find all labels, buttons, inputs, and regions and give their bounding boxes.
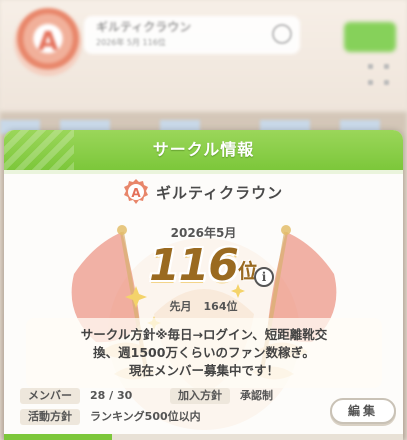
circle-policy-text: サークル方針※毎日→ログイン、短距離靴交 換、週1500万くらいのファン数稼ぎ。… [26, 318, 382, 388]
circle-emblem-icon: A [122, 178, 150, 206]
join-policy-label: 加入方針 [170, 388, 230, 404]
header-edge [4, 170, 403, 174]
background-circle-emblem-icon: A [14, 8, 82, 76]
dialog-header: サークル情報 [4, 130, 403, 170]
progress-fill [4, 434, 112, 440]
activity-policy-label: 活動方針 [20, 409, 80, 425]
edit-button[interactable]: 編集 [330, 398, 396, 424]
activity-policy-value: ランキング500位以内 [90, 410, 201, 423]
previous-month-value: 164位 [203, 300, 238, 313]
circle-name: ギルティクラウン [156, 183, 284, 202]
ranking-number: 116 [149, 240, 239, 291]
ranking-month: 2026年5月 [170, 226, 237, 240]
background-green-button [344, 22, 396, 52]
dots-grid-icon [366, 62, 394, 90]
previous-month-label: 先月 [169, 300, 192, 313]
join-policy-value: 承認制 [240, 389, 273, 402]
ranking-display: 116位 [4, 240, 403, 292]
progress-bar [4, 434, 403, 440]
members-label: メンバー [20, 388, 80, 404]
members-value: 28 / 30 [90, 389, 133, 402]
emblem-letter: A [131, 186, 141, 200]
background-circle-sub: 2026年 5月 116位 [96, 38, 166, 47]
dialog-title: サークル情報 [152, 140, 255, 159]
circle-name-row: A ギルティクラウン [122, 178, 283, 206]
background-emblem-letter: A [37, 27, 59, 57]
activity-policy-row: 活動方針 ランキング500位以内 [20, 409, 201, 425]
info-icon[interactable]: i [254, 267, 274, 287]
previous-month-rank: 先月 164位 [4, 298, 403, 314]
members-row: メンバー 28 / 30 [20, 388, 132, 404]
background-circle-name: ギルティクラウン [96, 20, 192, 34]
background-info-icon [272, 24, 292, 44]
circle-info-dialog: サークル情報 A ギルティクラウン 2026年5月 116位 i 先月 164位… [4, 130, 403, 440]
join-policy-row: 加入方針 承認制 [170, 388, 273, 404]
